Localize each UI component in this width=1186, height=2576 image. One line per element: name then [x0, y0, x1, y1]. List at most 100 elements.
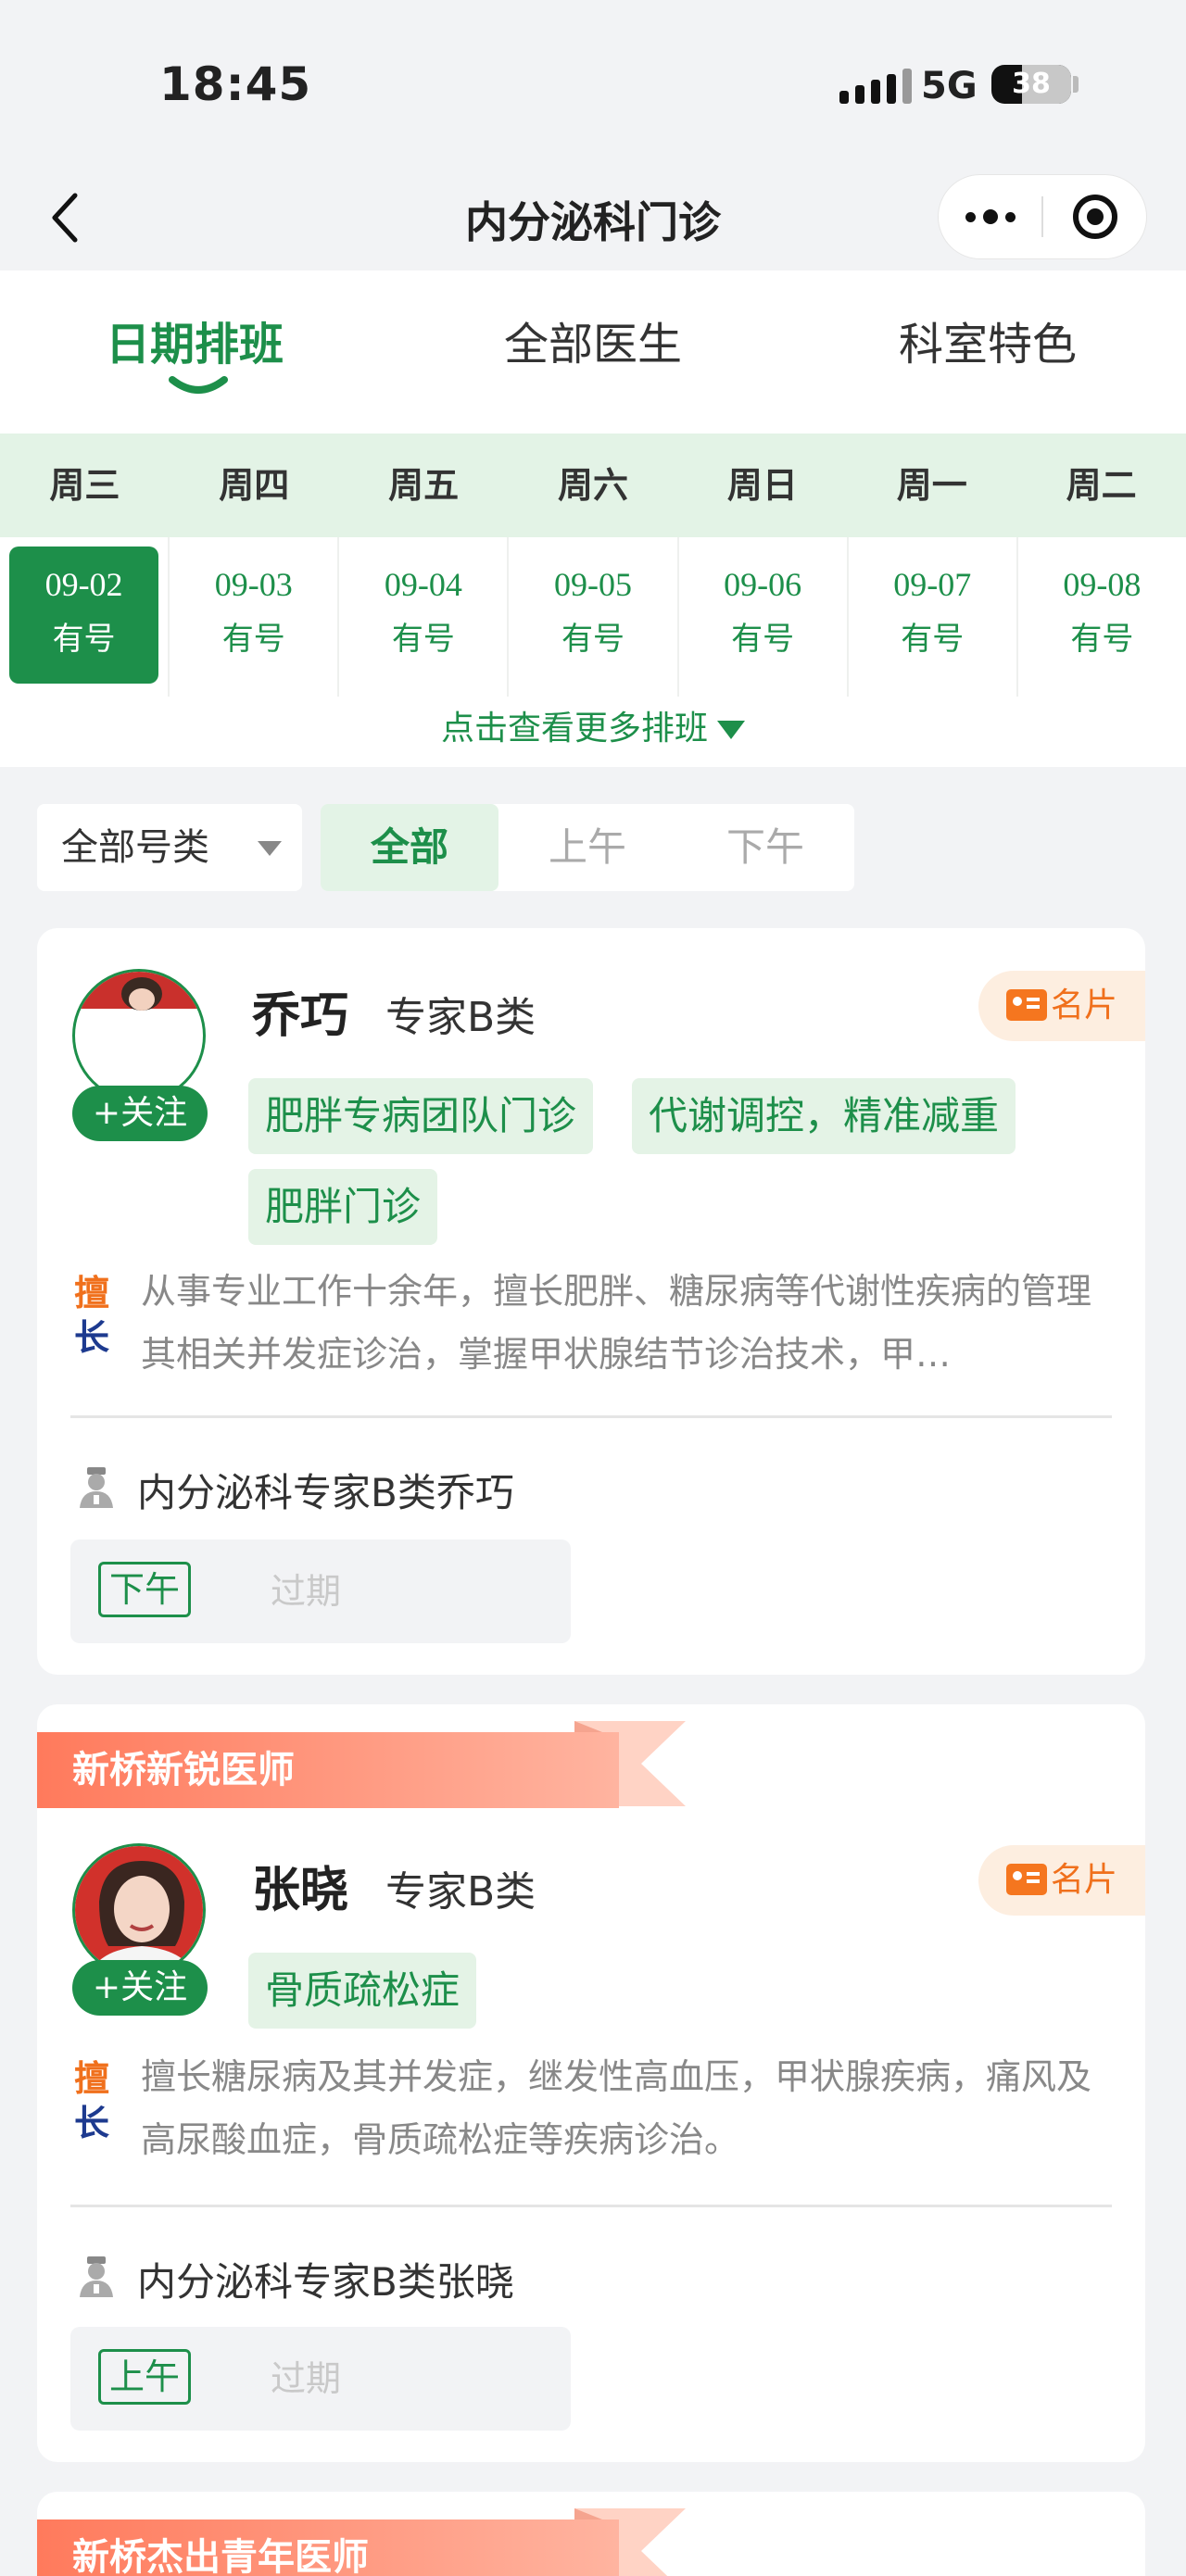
ticket-type-dropdown[interactable]: 全部号类	[37, 804, 302, 891]
time-slot[interactable]: 上午 过期	[70, 2327, 571, 2431]
doctor-avatar[interactable]	[72, 1843, 206, 1977]
mini-program-capsule	[938, 174, 1147, 259]
close-button[interactable]	[1043, 175, 1146, 258]
id-card-icon	[1006, 989, 1047, 1021]
follow-button[interactable]: +关注	[72, 1086, 208, 1141]
date-cell[interactable]: 09-07 有号	[849, 537, 1018, 697]
tab-department-features[interactable]: 科室特色	[899, 308, 1077, 372]
date-label: 09-04	[384, 566, 462, 603]
divider	[70, 1415, 1112, 1418]
weekday-label: 周四	[219, 465, 290, 506]
date-cell[interactable]: 09-03 有号	[170, 537, 340, 697]
filter-all[interactable]: 全部	[321, 804, 498, 891]
good-at-char: 擅	[74, 2058, 110, 2099]
good-at-char: 擅	[74, 1273, 110, 1313]
doctor-icon	[80, 1467, 113, 1508]
doctor-card[interactable]: 新桥杰出青年医师	[37, 2492, 1145, 2576]
doctor-icon	[80, 2256, 113, 2297]
weekday-label: 周日	[726, 465, 798, 506]
date-label: 09-05	[553, 566, 632, 603]
business-card-button[interactable]: 名片	[978, 971, 1145, 1041]
availability-label: 有号	[52, 621, 116, 658]
weekday-label: 周五	[388, 465, 460, 506]
status-time: 18:45	[159, 57, 312, 111]
tab-bar: 日期排班 全部医生 科室特色	[0, 270, 1186, 434]
availability-label: 有号	[561, 621, 625, 658]
navigation-bar: 内分泌科门诊	[0, 167, 1186, 270]
date-label: 09-02	[44, 566, 123, 603]
business-card-button[interactable]: 名片	[978, 1845, 1145, 1916]
more-schedule-link[interactable]: 点击查看更多排班	[0, 697, 1186, 767]
time-filter-segment: 全部 上午 下午	[321, 804, 854, 891]
good-at-char: 长	[74, 2103, 110, 2143]
honor-ribbon-label: 新桥新锐医师	[72, 1749, 295, 1791]
slot-period: 上午	[98, 2349, 191, 2405]
more-button[interactable]	[939, 175, 1041, 258]
good-at-char: 长	[74, 1317, 110, 1358]
availability-label: 有号	[1070, 621, 1134, 658]
more-schedule-label: 点击查看更多排班	[440, 710, 708, 748]
doctor-level: 专家B类	[385, 994, 536, 1041]
divider	[70, 2205, 1112, 2207]
time-slot[interactable]: 下午 过期	[70, 1539, 571, 1643]
doctor-avatar[interactable]	[72, 969, 206, 1102]
doctor-intro: 从事专业工作十余年，擅长肥胖、糖尿病等代谢性疾病的管理其相关并发症诊治，掌握甲状…	[141, 1271, 1092, 1375]
slot-period: 下午	[98, 1562, 191, 1617]
doctor-name: 张晓	[252, 1863, 349, 1918]
page: 18:45 5G 38 内分泌科门诊 日期排班 全部医生 科室特色 周三 周四 …	[0, 0, 1186, 2576]
avatar-photo	[75, 1846, 203, 1974]
doctor-card[interactable]: +关注 乔巧 专家B类 名片 肥胖专病团队门诊 代谢调控，精准减重 肥胖门诊 擅…	[37, 928, 1145, 1675]
specialty-tag: 代谢调控，精准减重	[632, 1078, 1016, 1154]
date-label: 09-03	[214, 566, 293, 603]
triangle-down-icon	[258, 841, 282, 856]
status-bar: 18:45 5G 38	[0, 0, 1186, 167]
slot-status: 过期	[271, 1571, 342, 1612]
network-type: 5G	[921, 65, 978, 107]
ticket-type-value: 全部号类	[61, 826, 209, 869]
weekday-label: 周六	[558, 465, 629, 506]
filter-afternoon[interactable]: 下午	[676, 804, 854, 891]
specialty-tag: 肥胖门诊	[248, 1169, 438, 1245]
more-dot-icon	[1004, 211, 1016, 222]
doctor-name: 乔巧	[252, 988, 349, 1044]
good-at-badge: 擅 长	[74, 1271, 117, 1360]
avatar-photo	[75, 972, 203, 1011]
triangle-down-icon	[717, 721, 745, 739]
business-card-label: 名片	[1051, 986, 1118, 1024]
availability-label: 有号	[391, 621, 455, 658]
availability-label: 有号	[901, 621, 965, 658]
good-at-badge: 擅 长	[74, 2056, 117, 2145]
weekday-label: 周二	[1066, 465, 1137, 506]
date-cell[interactable]: 09-08 有号	[1018, 537, 1186, 697]
doctor-intro: 擅长糖尿病及其并发症，继发性高血压，甲状腺疾病，痛风及高尿酸血症，骨质疏松症等疾…	[141, 2056, 1092, 2160]
tab-all-doctors[interactable]: 全部医生	[504, 308, 682, 372]
id-card-icon	[1006, 1864, 1047, 1895]
battery-icon: 38	[991, 65, 1071, 104]
weekday-row: 周三 周四 周五 周六 周日 周一 周二	[0, 434, 1186, 537]
date-cell[interactable]: 09-05 有号	[509, 537, 679, 697]
doctor-level: 专家B类	[385, 1868, 536, 1916]
battery-level: 38	[1012, 68, 1051, 100]
active-tab-indicator	[169, 376, 228, 394]
signal-icon	[839, 69, 912, 104]
date-label: 09-06	[724, 566, 802, 603]
filter-morning[interactable]: 上午	[498, 804, 676, 891]
more-dot-icon	[965, 211, 976, 222]
doctor-card[interactable]: 新桥新锐医师 +关注 张晓 专家B类 名片 骨质疏松症 擅 长 擅长糖尿病及其并…	[37, 1704, 1145, 2462]
date-cell-selected[interactable]: 09-02 有号	[0, 537, 170, 697]
specialty-tag: 骨质疏松症	[248, 1953, 477, 2029]
honor-ribbon-label: 新桥杰出青年医师	[72, 2536, 369, 2576]
follow-button[interactable]: +关注	[72, 1960, 208, 2016]
date-label: 09-07	[893, 566, 972, 603]
date-row: 09-02 有号 09-03 有号 09-04 有号 09-05 有号 09-06 有号 …	[0, 537, 1186, 697]
date-cell[interactable]: 09-04 有号	[339, 537, 510, 697]
date-cell[interactable]: 09-06 有号	[679, 537, 849, 697]
specialty-tag: 肥胖专病团队门诊	[248, 1078, 594, 1154]
dept-schedule-name: 内分泌科专家B类乔巧	[137, 1470, 514, 1515]
tab-schedule[interactable]: 日期排班	[106, 308, 284, 372]
business-card-label: 名片	[1051, 1861, 1118, 1899]
slot-status: 过期	[271, 2358, 342, 2399]
target-icon	[1072, 195, 1117, 239]
weekday-label: 周三	[49, 465, 120, 506]
availability-label: 有号	[731, 621, 795, 658]
